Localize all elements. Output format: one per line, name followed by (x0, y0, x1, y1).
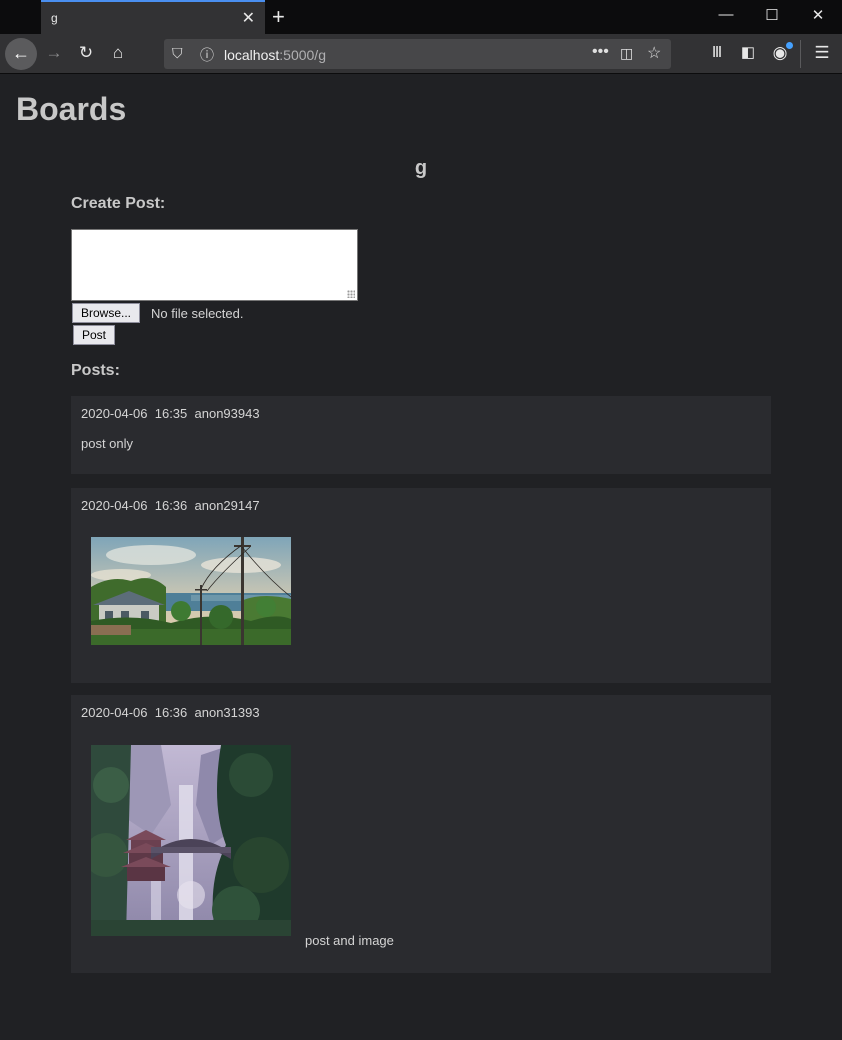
close-window-icon[interactable]: ✕ (803, 6, 833, 24)
post-date: 2020-04-06 (81, 498, 148, 513)
post-image-coastal-town[interactable] (91, 537, 291, 645)
post-image-waterfall-temple[interactable] (91, 745, 291, 936)
post-textarea[interactable] (71, 229, 358, 301)
post-meta: 2020-04-06 16:36 anon31393 (81, 705, 260, 720)
notification-dot (786, 42, 793, 49)
url-host: localhost (224, 47, 280, 63)
back-arrow-icon[interactable]: ← (5, 38, 37, 70)
library-icon[interactable]: Ⅲ (706, 43, 728, 61)
post-date: 2020-04-06 (81, 705, 148, 720)
page-content: Boards g Create Post: Browse... No file … (0, 75, 842, 1040)
post-meta: 2020-04-06 16:36 anon29147 (81, 498, 260, 513)
url-text[interactable]: localhost:5000/g (224, 47, 326, 63)
toolbar-separator (800, 40, 801, 68)
post-date: 2020-04-06 (81, 406, 148, 421)
post-text: post only (81, 436, 134, 451)
post-button[interactable]: Post (73, 325, 116, 345)
post-meta: 2020-04-06 16:35 anon93943 (81, 406, 260, 421)
reload-icon[interactable]: ↻ (75, 43, 97, 63)
board-name: g (414, 157, 428, 179)
new-tab-icon[interactable]: + (272, 4, 285, 30)
post-card: 2020-04-06 16:36 anon29147 (71, 488, 771, 683)
maximize-icon[interactable]: ☐ (757, 6, 787, 24)
browse-button[interactable]: Browse... (72, 303, 141, 323)
browser-tab[interactable]: g ✕ (41, 0, 265, 34)
info-icon[interactable]: ⓘ (200, 45, 214, 65)
url-bar[interactable]: ⛉ ⓘ localhost:5000/g ••• ◫ ☆ (164, 39, 671, 69)
bookmark-star-icon[interactable]: ☆ (647, 43, 661, 63)
post-author: anon93943 (194, 406, 260, 421)
browser-nav-bar: ← → ↻ ⌂ ⛉ ⓘ localhost:5000/g ••• ◫ ☆ Ⅲ ◧… (0, 34, 842, 74)
home-icon[interactable]: ⌂ (107, 43, 129, 63)
post-text: post and image (305, 933, 394, 948)
tab-title: g (51, 11, 58, 25)
pocket-icon[interactable]: ◫ (620, 45, 633, 62)
close-tab-icon[interactable]: ✕ (242, 8, 255, 28)
post-time: 16:36 (154, 498, 188, 513)
page-title: Boards (16, 91, 127, 127)
post-card: 2020-04-06 16:36 anon31393 post and imag… (71, 695, 771, 973)
post-time: 16:36 (154, 705, 188, 720)
minimize-icon[interactable]: — (711, 6, 741, 23)
shield-icon[interactable]: ⛉ (172, 45, 183, 62)
posts-heading: Posts: (71, 362, 120, 379)
waterfall-temple-illustration (91, 745, 291, 936)
page-actions-icon[interactable]: ••• (592, 43, 609, 61)
sidebar-icon[interactable]: ◧ (737, 43, 759, 61)
post-author: anon31393 (194, 705, 260, 720)
url-path: :5000/g (279, 47, 326, 63)
coastal-town-illustration (91, 537, 291, 645)
post-time: 16:35 (154, 406, 188, 421)
create-post-heading: Create Post: (71, 195, 166, 212)
post-author: anon29147 (194, 498, 260, 513)
forward-arrow-icon[interactable]: → (43, 43, 65, 63)
file-status: No file selected. (151, 306, 244, 321)
menu-icon[interactable]: ☰ (811, 43, 833, 63)
browser-tab-bar: g ✕ + — ☐ ✕ (0, 0, 842, 34)
resize-grip-icon[interactable] (347, 290, 355, 298)
post-card: 2020-04-06 16:35 anon93943 post only (71, 396, 771, 474)
